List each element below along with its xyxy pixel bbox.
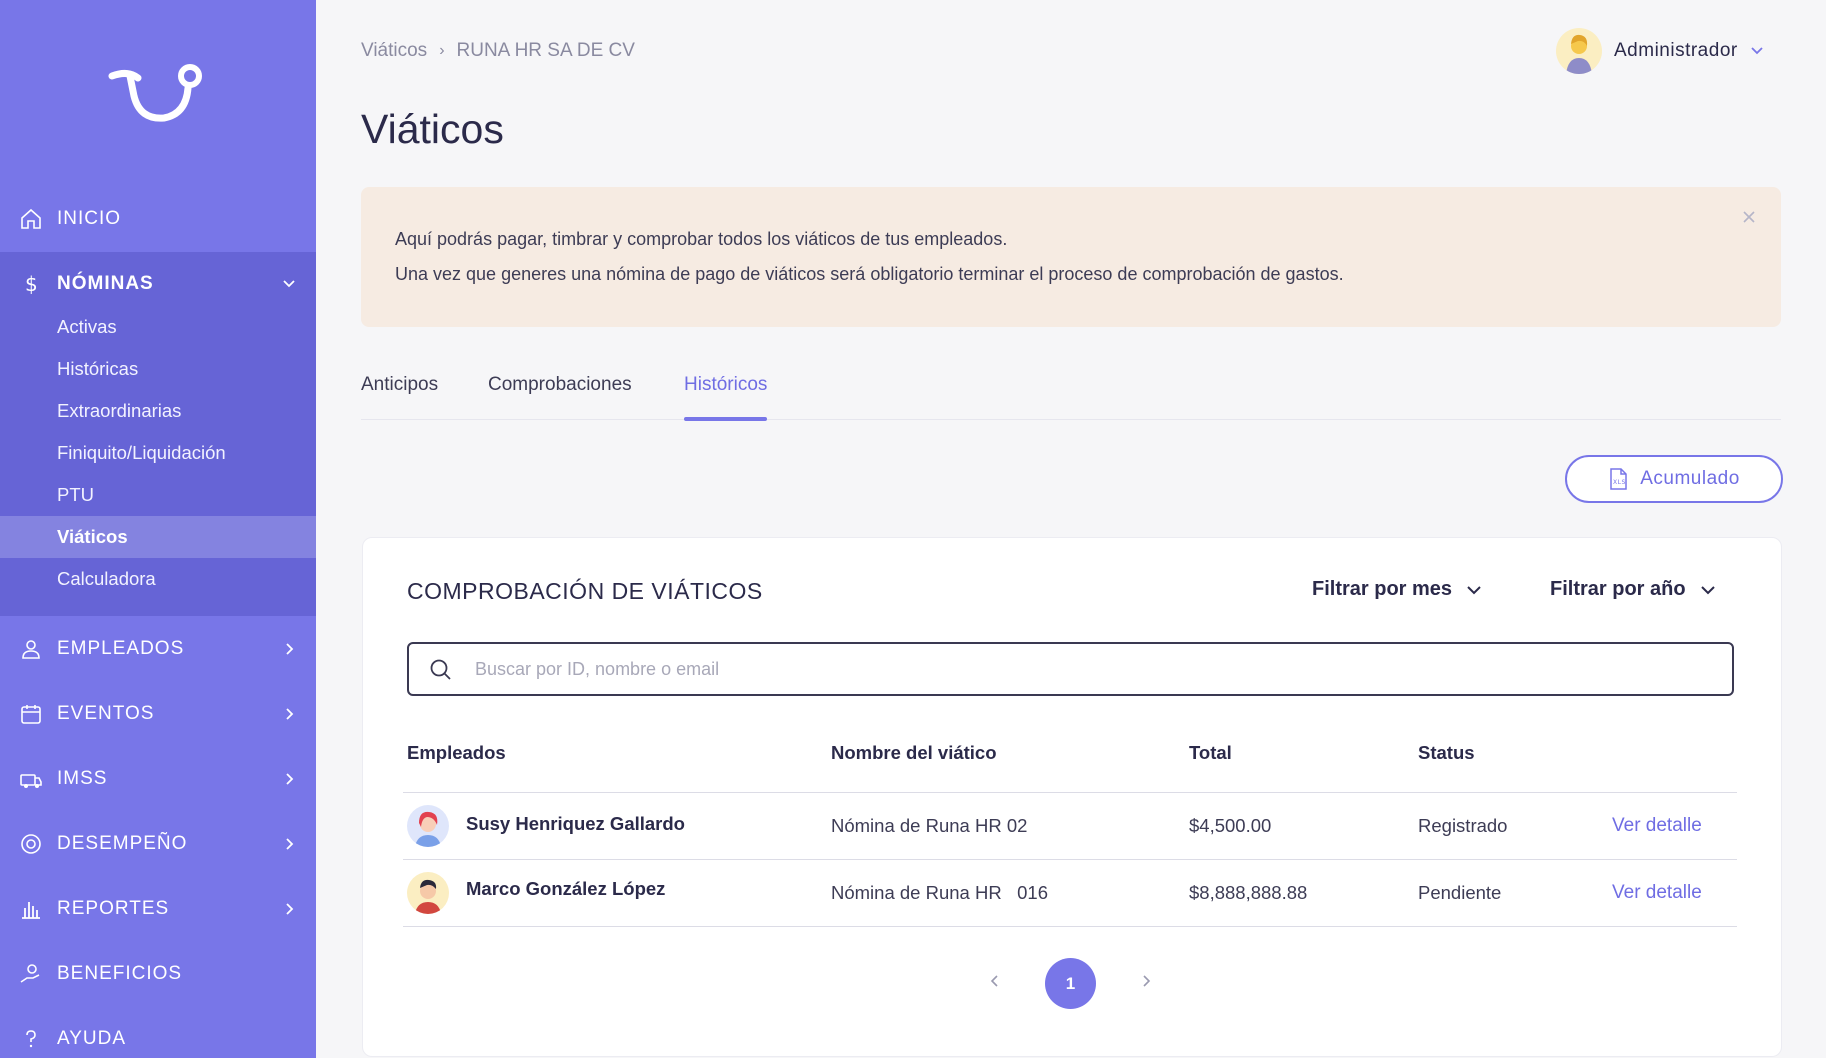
sidebar-item-reportes[interactable]: REPORTES [0, 877, 316, 941]
employee-name: Susy Henriquez Gallardo [466, 813, 685, 834]
total-amount: $8,888,888.88 [1189, 882, 1308, 903]
svg-text:XLS: XLS [1613, 479, 1626, 486]
sidebar-item-ayuda[interactable]: AYUDA [0, 1007, 316, 1058]
search-icon [430, 659, 451, 680]
sidebar-item-inicio[interactable]: INICIO [0, 187, 316, 251]
sidebar-item-label: REPORTES [57, 898, 170, 919]
search-input[interactable]: Buscar por ID, nombre o email [407, 642, 1734, 696]
svg-text:$: $ [25, 272, 39, 296]
viatico-name: Nómina de Runa HR 02 [831, 815, 1028, 836]
sidebar: INICIO $ NÓMINAS Activas Históricas Extr… [0, 0, 316, 1058]
banner-text: Una vez que generes una nómina de pago d… [395, 264, 1344, 284]
filter-year-dropdown[interactable]: Filtrar por año [1550, 578, 1716, 601]
breadcrumb-separator-icon: › [439, 42, 445, 59]
column-header-status: Status [1418, 742, 1475, 763]
status-text: Registrado [1418, 815, 1508, 836]
chevron-down-icon [283, 280, 295, 288]
breadcrumb-item: RUNA HR SA DE CV [456, 40, 635, 61]
user-menu[interactable]: Administrador [1556, 28, 1764, 74]
sidebar-item-label: INICIO [57, 208, 122, 229]
sidebar-item-desempeno[interactable]: DESEMPEÑO [0, 812, 316, 876]
sidebar-subitem-viaticos[interactable]: Viáticos [0, 516, 316, 558]
filter-month-dropdown[interactable]: Filtrar por mes [1312, 578, 1482, 601]
chevron-down-icon [1751, 47, 1763, 55]
breadcrumb: Viáticos › RUNA HR SA DE CV [361, 40, 635, 62]
page-number-button[interactable]: 1 [1045, 958, 1096, 1009]
sidebar-item-label: AYUDA [57, 1028, 127, 1049]
sidebar-subitem-activas[interactable]: Activas [0, 306, 316, 348]
tabs: Anticipos Comprobaciones Históricos [361, 366, 1781, 421]
search-placeholder: Buscar por ID, nombre o email [475, 659, 720, 679]
table-row: Susy Henriquez Gallardo Nómina de Runa H… [363, 793, 1783, 859]
dollar-icon: $ [25, 272, 39, 296]
filter-month-label: Filtrar por mes [1312, 578, 1453, 600]
ver-detalle-link[interactable]: Ver detalle [1612, 882, 1702, 904]
column-header-total: Total [1189, 742, 1232, 763]
user-icon [22, 640, 40, 659]
divider [403, 926, 1737, 927]
chevron-down-icon [1700, 585, 1715, 594]
sidebar-subitem-historicas[interactable]: Históricas [0, 348, 316, 390]
sidebar-subitem-ptu[interactable]: PTU [0, 474, 316, 516]
sidebar-item-label: EMPLEADOS [57, 638, 185, 659]
tab-comprobaciones[interactable]: Comprobaciones [488, 374, 632, 420]
chevron-right-icon [286, 643, 294, 655]
banner-text: Aquí podrás pagar, timbrar y comprobar t… [395, 229, 1008, 249]
runa-logo[interactable] [108, 60, 208, 130]
sidebar-subitem-finiquito[interactable]: Finiquito/Liquidación [0, 432, 316, 474]
column-header-empleados: Empleados [407, 742, 506, 763]
nominas-group: $ NÓMINAS Activas Históricas Extraordina… [0, 252, 316, 616]
card-title: COMPROBACIÓN DE VIÁTICOS [407, 578, 763, 604]
chevron-left-icon[interactable] [989, 975, 1001, 987]
avatar [1556, 28, 1602, 74]
user-name: Administrador [1614, 40, 1738, 61]
sidebar-item-label: IMSS [57, 768, 108, 789]
sidebar-subitem-extraordinarias[interactable]: Extraordinarias [0, 390, 316, 432]
tab-anticipos[interactable]: Anticipos [361, 374, 438, 420]
total-amount: $4,500.00 [1189, 815, 1272, 836]
viatico-name: Nómina de Runa HR 016 [831, 882, 1048, 903]
calendar-icon [21, 705, 41, 724]
tab-historicos[interactable]: Históricos [684, 374, 768, 421]
sidebar-item-label: NÓMINAS [57, 273, 154, 294]
chevron-right-icon [286, 773, 294, 785]
gift-hand-icon [20, 964, 40, 983]
sidebar-subitem-calculadora[interactable]: Calculadora [0, 558, 316, 600]
chevron-right-icon [286, 903, 294, 915]
column-header-nombre: Nombre del viático [831, 742, 997, 763]
pagination: 1 [363, 958, 1783, 1009]
chevron-right-icon [286, 708, 294, 720]
sidebar-item-imss[interactable]: IMSS [0, 747, 316, 811]
home-icon [21, 208, 41, 229]
sidebar-item-label: EVENTOS [57, 703, 155, 724]
sidebar-item-label: BENEFICIOS [57, 963, 183, 984]
target-icon [21, 834, 41, 854]
page-title: Viáticos [361, 106, 504, 152]
ver-detalle-link[interactable]: Ver detalle [1612, 815, 1702, 837]
sidebar-item-empleados[interactable]: EMPLEADOS [0, 617, 316, 681]
sidebar-item-eventos[interactable]: EVENTOS [0, 682, 316, 746]
bar-chart-icon [22, 902, 40, 919]
acumulado-button[interactable]: XLS Acumulado [1565, 455, 1783, 503]
avatar [407, 805, 449, 847]
sidebar-item-label: DESEMPEÑO [57, 833, 188, 854]
avatar [407, 872, 449, 914]
sidebar-item-beneficios[interactable]: BENEFICIOS [0, 942, 316, 1006]
status-text: Pendiente [1418, 882, 1502, 903]
acumulado-label: Acumulado [1640, 468, 1740, 489]
table-row: Marco González López Nómina de Runa HR 0… [363, 860, 1783, 926]
filter-year-label: Filtrar por año [1550, 578, 1686, 600]
info-banner: Aquí podrás pagar, timbrar y comprobar t… [361, 187, 1781, 327]
chevron-down-icon [1467, 585, 1481, 594]
chevron-right-icon [286, 838, 294, 850]
comprobacion-card: COMPROBACIÓN DE VIÁTICOS Filtrar por mes… [362, 537, 1782, 1057]
close-icon[interactable] [1741, 209, 1757, 225]
chevron-right-icon[interactable] [1140, 975, 1152, 987]
breadcrumb-item[interactable]: Viáticos [361, 40, 427, 62]
xls-file-icon: XLS [1610, 468, 1627, 490]
question-icon [26, 1030, 36, 1048]
employee-name: Marco González López [466, 878, 666, 899]
ambulance-icon [20, 774, 42, 788]
